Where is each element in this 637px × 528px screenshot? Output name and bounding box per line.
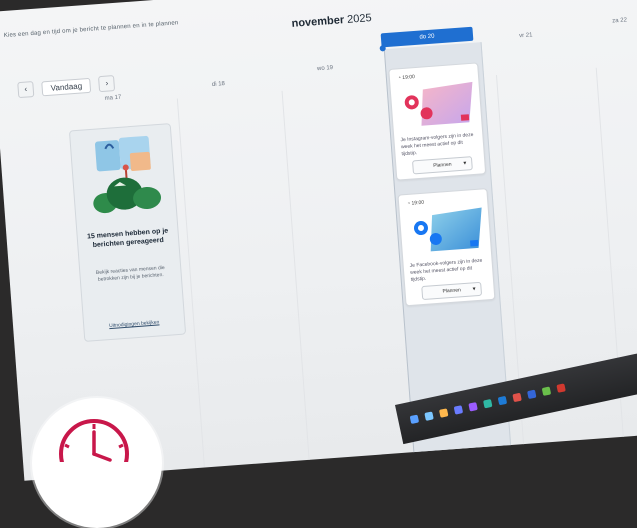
reactions-illustration-icon [93, 135, 162, 214]
taskbar-app-icon[interactable] [438, 408, 449, 418]
taskbar-app-icon[interactable] [556, 383, 566, 393]
promo-body: Bekijk reacties van mensen die betrokken… [95, 264, 165, 283]
taskbar-app-icon[interactable] [512, 392, 522, 403]
suggested-slot-card[interactable]: ◔ 19:00 Je Instagram-volgers zijn in dez… [388, 62, 487, 181]
taskbar-app-icon[interactable] [468, 402, 478, 412]
taskbar-app-icon[interactable] [453, 405, 464, 415]
promo-title: 15 mensen hebben op je berichten gereage… [86, 227, 169, 250]
slot-description: Je Facebook-volgers zijn in deze week he… [409, 257, 483, 283]
prev-week-button[interactable]: ‹ [17, 81, 35, 99]
plan-button[interactable]: Plannen ▼ [412, 156, 473, 175]
day-header: ma 17 di 18 wo 19 vr 21 za 22 [0, 0, 637, 101]
today-button[interactable]: Vandaag [41, 77, 92, 96]
clock-small-icon: ◔ [406, 200, 411, 207]
promo-card: 15 mensen hebben op je berichten gereage… [68, 123, 187, 342]
month-title: november 2025 [291, 12, 372, 30]
month-year: 2025 [346, 12, 373, 26]
day-label: di 18 [211, 80, 226, 88]
banner-text: Kies een dag en tijd om je bericht te pl… [3, 20, 179, 40]
facebook-icon [413, 207, 482, 252]
clock-icon [59, 419, 129, 462]
day-label: wo 19 [316, 65, 334, 73]
slot-description: Je Instagram-volgers zijn in deze week h… [400, 131, 474, 158]
clock-small-icon: ◔ [397, 75, 402, 82]
taskbar-app-icon[interactable] [409, 414, 420, 425]
slot-time: ◔ 19:00 [398, 74, 415, 81]
taskbar-app-icon[interactable] [424, 411, 434, 421]
plan-button[interactable]: Plannen ▼ [421, 281, 483, 301]
taskbar-app-icon[interactable] [497, 395, 508, 406]
clock-badge [32, 398, 162, 528]
slot-time-value: 19:00 [411, 199, 425, 207]
taskbar-app-icon[interactable] [527, 389, 537, 400]
taskbar-app-icon[interactable] [541, 386, 552, 396]
next-week-button[interactable]: › [98, 75, 116, 93]
slot-time: ◔ 19:00 [407, 200, 424, 207]
day-label: za 22 [612, 17, 628, 25]
day-label: vr 21 [518, 32, 533, 40]
month-name: november [291, 14, 345, 30]
suggested-slot-card[interactable]: ◔ 19:00 Je Facebook-volgers zijn in deze… [397, 188, 496, 307]
chevron-down-icon: ▼ [462, 160, 468, 167]
instagram-icon [404, 81, 473, 126]
day-label: ma 17 [104, 94, 122, 102]
calendar-nav: ‹ Vandaag › [17, 75, 116, 99]
slot-time-value: 19:00 [402, 74, 416, 81]
taskbar-app-icon[interactable] [483, 398, 493, 409]
plan-label: Plannen [442, 287, 462, 295]
promo-link[interactable]: Uitnodigingen bekijken [92, 318, 176, 330]
chevron-down-icon: ▼ [471, 286, 477, 293]
plan-label: Plannen [433, 161, 452, 169]
